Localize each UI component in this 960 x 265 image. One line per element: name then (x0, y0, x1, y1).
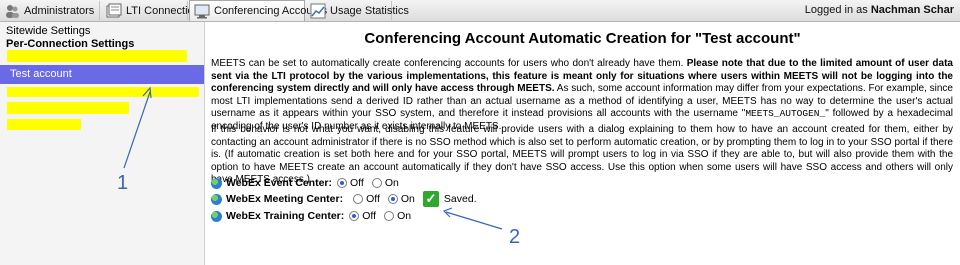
redacted-connection-item[interactable] (7, 119, 81, 130)
radio-off[interactable] (349, 211, 360, 221)
saved-status: Saved. (443, 193, 477, 205)
sidebar: Sitewide Settings Per-Connection Setting… (0, 22, 205, 265)
radio-off[interactable] (337, 178, 347, 188)
redacted-connection-item[interactable] (7, 50, 187, 62)
tab-lti-connections[interactable]: LTI Connections (102, 1, 205, 20)
option-label: WebEx Training Center: (226, 210, 345, 222)
login-status: Logged in as Nachman Schar (805, 0, 954, 21)
description-text: MEETS can be set to automatically create… (211, 58, 687, 69)
description-paragraph: MEETS can be set to automatically create… (211, 58, 953, 134)
radio-off-label[interactable]: Off (366, 193, 380, 205)
callout-number-1: 1 (117, 172, 129, 194)
option-row-event-center: WebEx Event Center: Off On (211, 176, 407, 190)
webex-globe-icon (211, 210, 222, 222)
login-prefix: Logged in as (804, 4, 871, 16)
conferencing-accounts-icon (194, 3, 210, 19)
option-row-meeting-center: WebEx Meeting Center: Off On ✓ Saved. (211, 191, 477, 207)
webex-globe-icon (211, 177, 222, 189)
redacted-connection-item[interactable] (7, 87, 199, 97)
page-title: Conferencing Account Automatic Creation … (364, 30, 801, 47)
sidebar-per-connection-heading: Per-Connection Settings (6, 38, 135, 50)
users-icon (4, 3, 20, 19)
option-row-training-center: WebEx Training Center: Off On (211, 209, 419, 223)
option-label: WebEx Event Center: (226, 177, 332, 189)
tab-label: Administrators (24, 4, 95, 17)
tab-conferencing-accounts[interactable]: Conferencing Accounts (189, 0, 327, 21)
lti-connections-icon (106, 3, 122, 19)
webex-globe-icon (211, 193, 222, 205)
tab-usage-statistics[interactable]: Usage Statistics (306, 1, 409, 20)
radio-on-label[interactable]: On (385, 177, 399, 189)
tab-label: Usage Statistics (330, 4, 409, 17)
login-username[interactable]: Nachman Schar (871, 4, 954, 16)
checkmark-icon: ✓ (422, 191, 439, 207)
top-navigation-bar: Administrators LTI Connections Conferenc… (0, 0, 960, 22)
radio-off-label[interactable]: Off (362, 210, 376, 222)
sidebar-item-test-account[interactable]: Test account (0, 65, 204, 84)
main-content: Conferencing Account Automatic Creation … (205, 22, 960, 265)
radio-on-label[interactable]: On (401, 193, 415, 205)
radio-off-label[interactable]: Off (350, 177, 364, 189)
option-label: WebEx Meeting Center: (226, 193, 344, 205)
radio-off[interactable] (353, 194, 364, 204)
username-prefix-code: MEETS_AUTOGEN_ (745, 108, 826, 120)
radio-on[interactable] (384, 211, 395, 221)
chart-icon (310, 3, 326, 19)
radio-on-label[interactable]: On (397, 210, 411, 222)
radio-on[interactable] (387, 194, 398, 204)
radio-on[interactable] (371, 178, 382, 188)
sidebar-sitewide-settings[interactable]: Sitewide Settings (6, 25, 90, 37)
redacted-connection-item[interactable] (7, 102, 129, 114)
tab-administrators[interactable]: Administrators (0, 1, 100, 20)
callout-number-2: 2 (509, 226, 521, 248)
